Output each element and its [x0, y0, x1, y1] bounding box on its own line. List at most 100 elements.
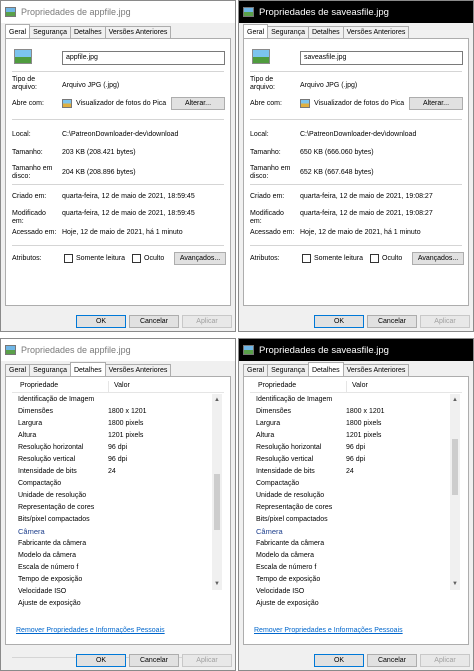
divider — [12, 119, 224, 120]
tamanho-value: 203 KB (208.421 bytes) — [62, 149, 136, 156]
property-name: Representação de cores — [256, 504, 333, 511]
tab-seguranca[interactable]: Segurança — [267, 364, 309, 376]
oculto-checkbox[interactable] — [370, 254, 379, 263]
appfile-details-window: Propriedades de appfile.jpg Geral Segura… — [0, 338, 236, 671]
modificado-value: quarta-feira, 12 de maio de 2021, 19:08:… — [300, 210, 433, 217]
image-file-icon — [5, 345, 16, 355]
divider — [250, 245, 462, 246]
column-divider — [108, 381, 109, 392]
title-bar[interactable]: Propriedades de appfile.jpg — [1, 339, 235, 361]
tab-detalhes[interactable]: Detalhes — [69, 26, 106, 38]
cancelar-button[interactable]: Cancelar — [129, 654, 179, 667]
tab-geral[interactable]: Geral — [5, 24, 31, 38]
property-name: Ajuste de exposição — [18, 600, 81, 607]
abre-com-label: Abre com: — [250, 100, 282, 107]
scroll-up-arrow-icon[interactable]: ▲ — [214, 397, 220, 403]
property-value: 96 dpi — [108, 456, 128, 463]
oculto-label: Oculto — [144, 255, 165, 262]
property-value: 1201 pixels — [108, 432, 144, 439]
title-bar[interactable]: Propriedades de appfile.jpg — [1, 1, 235, 23]
tamanho-label: Tamanho: — [12, 149, 43, 156]
aplicar-button[interactable]: Aplicar — [420, 654, 470, 667]
tipo-label: Tipo de arquivo: — [12, 76, 37, 91]
cancelar-button[interactable]: Cancelar — [367, 654, 417, 667]
scroll-down-arrow-icon[interactable]: ▼ — [214, 581, 220, 587]
remove-properties-link[interactable]: Remover Propriedades e Informações Pesso… — [254, 627, 403, 634]
tab-detalhes[interactable]: Detalhes — [307, 362, 344, 376]
criado-label: Criado em: — [12, 193, 47, 200]
title-bar[interactable]: Propriedades de saveasfile.jpg — [239, 339, 473, 361]
oculto-checkbox[interactable] — [132, 254, 141, 263]
tipo-label: Tipo de arquivo: — [250, 76, 275, 91]
details-scrollbar[interactable]: ▲ ▼ — [212, 394, 222, 590]
tab-geral[interactable]: Geral — [5, 364, 31, 376]
alterar-button[interactable]: Alterar... — [171, 97, 225, 110]
cancelar-button[interactable]: Cancelar — [129, 315, 179, 328]
title-bar[interactable]: Propriedades de saveasfile.jpg — [239, 1, 473, 23]
alterar-button[interactable]: Alterar... — [409, 97, 463, 110]
ok-button[interactable]: OK — [76, 315, 126, 328]
tab-detalhes[interactable]: Detalhes — [69, 362, 106, 376]
property-value: 1800 x 1201 — [108, 408, 147, 415]
somente-leitura-checkbox[interactable] — [302, 254, 311, 263]
details-scrollbar[interactable]: ▲ ▼ — [450, 394, 460, 590]
property-name: Resolução vertical — [18, 456, 76, 463]
aplicar-button[interactable]: Aplicar — [420, 315, 470, 328]
col-valor-header[interactable]: Valor — [352, 382, 368, 389]
ok-button[interactable]: OK — [314, 654, 364, 667]
tab-seguranca[interactable]: Segurança — [29, 364, 71, 376]
tab-versoes-anteriores[interactable]: Versões Anteriores — [342, 26, 410, 38]
ok-button[interactable]: OK — [314, 315, 364, 328]
tab-versoes-anteriores[interactable]: Versões Anteriores — [104, 364, 172, 376]
scrollbar-thumb[interactable] — [214, 474, 220, 530]
property-name: Modelo da câmera — [256, 552, 314, 559]
aplicar-button[interactable]: Aplicar — [182, 654, 232, 667]
property-name: Altura — [256, 432, 275, 439]
property-name: Escala de número f — [18, 564, 79, 571]
details-panel: Propriedade Valor Identificação de Image… — [5, 376, 231, 658]
tamanho-disco-label: Tamanho em disco: — [12, 165, 53, 180]
property-name: Ajuste de exposição — [256, 600, 319, 607]
details-table-header: Propriedade Valor — [12, 381, 224, 393]
tab-geral[interactable]: Geral — [243, 24, 269, 38]
property-name: Unidade de resolução — [18, 492, 87, 499]
abre-com-value: Visualizador de fotos do Pica — [314, 100, 405, 107]
tab-versoes-anteriores[interactable]: Versões Anteriores — [342, 364, 410, 376]
col-valor-header[interactable]: Valor — [114, 382, 130, 389]
property-name: Modelo da câmera — [18, 552, 76, 559]
property-name: Unidade de resolução — [256, 492, 325, 499]
tab-seguranca[interactable]: Segurança — [267, 26, 309, 38]
tab-seguranca[interactable]: Segurança — [29, 26, 71, 38]
avancados-button[interactable]: Avançados... — [412, 252, 464, 265]
property-name: Câmera — [256, 527, 283, 536]
acessado-value: Hoje, 12 de maio de 2021, há 1 minuto — [300, 229, 421, 236]
property-name: Tempo de exposição — [18, 576, 83, 583]
scrollbar-thumb[interactable] — [452, 439, 458, 495]
criado-value: quarta-feira, 12 de maio de 2021, 18:59:… — [62, 193, 195, 200]
scroll-down-arrow-icon[interactable]: ▼ — [452, 581, 458, 587]
remove-properties-link[interactable]: Remover Propriedades e Informações Pesso… — [16, 627, 165, 634]
details-table-header: Propriedade Valor — [250, 381, 462, 393]
property-value: 1800 x 1201 — [346, 408, 385, 415]
acessado-value: Hoje, 12 de maio de 2021, há 1 minuto — [62, 229, 183, 236]
divider — [250, 119, 462, 120]
property-name: Escala de número f — [256, 564, 317, 571]
scroll-up-arrow-icon[interactable]: ▲ — [452, 397, 458, 403]
ok-button[interactable]: OK — [76, 654, 126, 667]
tab-geral[interactable]: Geral — [243, 364, 269, 376]
file-name-field[interactable]: saveasfile.jpg — [300, 51, 463, 65]
cancelar-button[interactable]: Cancelar — [367, 315, 417, 328]
divider — [250, 71, 462, 72]
somente-leitura-checkbox[interactable] — [64, 254, 73, 263]
avancados-button[interactable]: Avançados... — [174, 252, 226, 265]
tab-versoes-anteriores[interactable]: Versões Anteriores — [104, 26, 172, 38]
col-propriedade-header[interactable]: Propriedade — [20, 382, 58, 389]
tab-detalhes[interactable]: Detalhes — [307, 26, 344, 38]
general-panel: saveasfile.jpg Tipo de arquivo: Arquivo … — [243, 38, 469, 306]
aplicar-button[interactable]: Aplicar — [182, 315, 232, 328]
details-panel: Propriedade Valor Identificação de Image… — [243, 376, 469, 645]
property-name: Fabricante da câmera — [18, 540, 87, 547]
col-propriedade-header[interactable]: Propriedade — [258, 382, 296, 389]
image-file-icon — [5, 7, 16, 17]
file-name-field[interactable]: appfile.jpg — [62, 51, 225, 65]
